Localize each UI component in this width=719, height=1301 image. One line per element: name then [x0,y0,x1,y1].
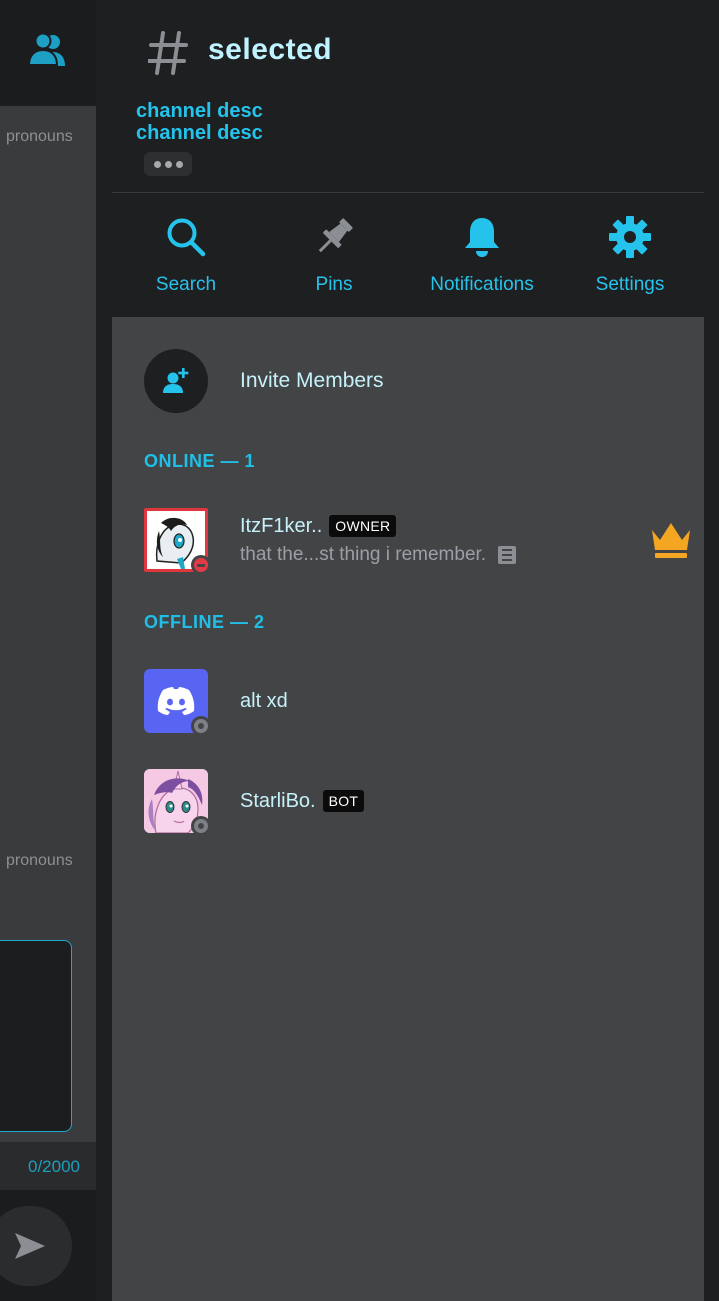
hash-icon [148,31,188,75]
message-input[interactable] [0,940,72,1132]
member-list: Invite Members ONLINE — 1 ItzF1ker.. OWN… [112,317,704,1301]
invite-icon-circle [144,349,208,413]
search-label: Search [155,274,217,295]
pins-button[interactable]: Pins [260,200,408,316]
avatar [144,508,211,575]
notifications-button[interactable]: Notifications [408,200,556,316]
dot [153,160,161,168]
channel-info-panel: selected channel desc channel desc Searc… [96,0,719,1301]
bot-badge: BOT [322,790,365,812]
offline-status-icon [191,816,211,836]
member-name: alt xd [240,689,288,712]
member-row[interactable]: StarliBo. BOT [144,769,692,836]
chat-column: pronouns pronouns 0/2000 [0,0,96,1301]
dot [175,160,183,168]
channel-actions: Search Pins Notifications Settings [112,200,704,316]
pin-icon [318,218,353,253]
online-section-header: ONLINE — 1 [144,451,256,471]
member-row[interactable]: alt xd [144,669,692,736]
channel-header: selected channel desc channel desc [96,0,719,190]
bell-icon [465,218,499,257]
member-row[interactable]: ItzF1ker.. OWNER that the...st thing i r… [144,508,692,575]
char-counter: 0/2000 [28,1157,80,1176]
crown-icon [652,523,690,558]
search-icon [167,218,206,257]
send-icon [15,1233,45,1259]
avatar [144,769,211,836]
member-name: StarliBo. [240,789,316,812]
member-name: ItzF1ker.. [240,514,323,537]
members-toggle-button[interactable] [24,30,72,70]
note-icon [498,545,517,564]
pronouns-label: pronouns [6,852,73,869]
search-button[interactable]: Search [112,200,260,316]
header-divider [112,192,704,193]
channel-description: channel desc [136,100,263,122]
member-info: ItzF1ker.. OWNER that the...st thing i r… [240,514,517,566]
dnd-status-icon [191,555,211,575]
app-root: pronouns pronouns 0/2000 selected channe… [0,0,719,1301]
channel-description: channel desc [136,122,263,144]
invite-members-button[interactable]: Invite Members [144,349,384,413]
member-info: StarliBo. BOT [240,789,365,813]
owner-badge: OWNER [329,515,397,537]
invite-members-label: Invite Members [240,369,384,392]
pins-label: Pins [315,274,353,295]
people-icon [27,32,65,66]
notifications-label: Notifications [430,274,534,295]
add-user-icon [163,368,189,393]
discord-logo-icon [157,687,195,715]
offline-status-icon [191,716,211,736]
avatar [144,669,211,736]
pronouns-label: pronouns [6,128,73,145]
offline-section-header: OFFLINE — 2 [144,612,265,632]
settings-label: Settings [595,274,665,295]
member-info: alt xd [240,690,288,713]
gear-icon [609,216,651,258]
dot [164,160,172,168]
channel-title: selected [208,33,333,66]
member-custom-status: that the...st thing i remember. [240,543,487,565]
expand-description-button[interactable] [144,152,192,176]
settings-button[interactable]: Settings [556,200,704,316]
